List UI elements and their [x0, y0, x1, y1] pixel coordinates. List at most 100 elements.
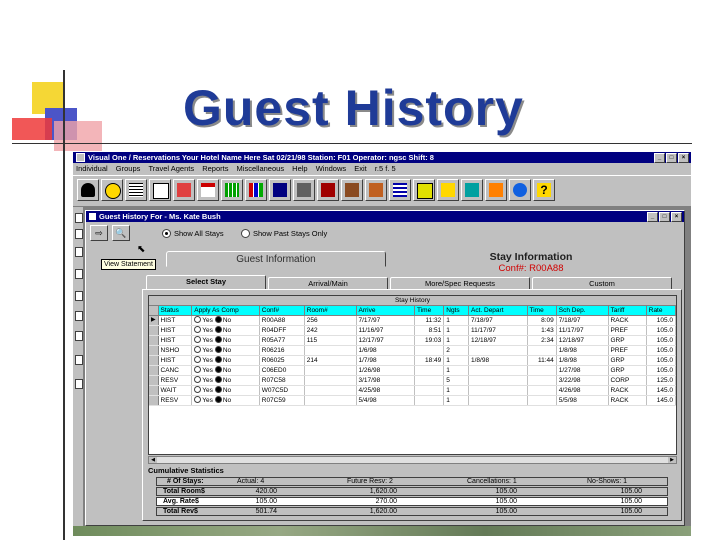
- row-selector[interactable]: [149, 365, 159, 376]
- table-row[interactable]: HIST Yes No R06025 214 1/7/98 18:49 1 1/8/98 11:4…: [149, 355, 676, 366]
- row-selector[interactable]: [149, 375, 159, 386]
- cell-apply-as-comp[interactable]: Yes No: [191, 375, 260, 386]
- toolbar-clipboard-icon[interactable]: [173, 179, 195, 201]
- table-row[interactable]: CANC Yes No C06ED0 1/26/98 1 1/27/98 GRP 105.0: [149, 365, 676, 376]
- menu-windows[interactable]: Windows: [316, 164, 346, 173]
- col-rate[interactable]: Rate: [646, 306, 676, 316]
- cell-apply-as-comp[interactable]: Yes No: [191, 345, 260, 356]
- child-close-button[interactable]: ×: [671, 212, 682, 222]
- maximize-button[interactable]: □: [666, 153, 677, 163]
- toolbar-folder-icon[interactable]: [341, 179, 363, 201]
- grid-horizontal-scrollbar[interactable]: ◀ ▶: [148, 456, 677, 464]
- table-row[interactable]: ▶ HIST Yes No R00A88 256 7/17/97 11:32 1 7/18/97 8…: [149, 315, 676, 326]
- toolbar-book-icon[interactable]: [317, 179, 339, 201]
- table-row[interactable]: NSHO Yes No R06216 1/6/98 2 1/8/98 PREF 105.0: [149, 345, 676, 356]
- col-tariff[interactable]: Tariff: [608, 306, 647, 316]
- col-act-depart[interactable]: Act. Depart: [468, 306, 528, 316]
- cumulative-value: 501.74: [255, 508, 277, 515]
- cell-time: 11:32: [414, 315, 445, 326]
- left-strip: [73, 207, 84, 527]
- view-statement-icon[interactable]: 🔍: [112, 225, 130, 241]
- cell-apply-as-comp[interactable]: Yes No: [191, 385, 260, 396]
- toolbar-list-icon[interactable]: [125, 179, 147, 201]
- table-row[interactable]: WAIT Yes No W07C5D 4/25/98 1 4/26/98 RACK 145.0: [149, 385, 676, 396]
- row-selector[interactable]: [149, 345, 159, 356]
- row-selector[interactable]: [149, 355, 159, 366]
- col-apply-as-comp[interactable]: Apply As Comp: [191, 306, 260, 316]
- scroll-right-icon[interactable]: ▶: [668, 457, 676, 463]
- cell-apply-as-comp[interactable]: Yes No: [191, 325, 260, 336]
- col-ngts[interactable]: Ngts: [443, 306, 469, 316]
- menu-groups[interactable]: Groups: [116, 164, 141, 173]
- menu-help[interactable]: Help: [292, 164, 307, 173]
- toolbar-phone-icon[interactable]: [77, 179, 99, 201]
- radio-on-icon: [214, 345, 222, 353]
- menu-reports[interactable]: Reports: [202, 164, 228, 173]
- toolbar-globe-icon[interactable]: [509, 179, 531, 201]
- child-minimize-button[interactable]: _: [647, 212, 658, 222]
- background-strip: [73, 526, 691, 536]
- minimize-button[interactable]: _: [654, 153, 665, 163]
- cell-sch-dep: 7/18/97: [556, 315, 609, 326]
- toolbar-help-icon[interactable]: ?: [533, 179, 555, 201]
- tab-select-stay[interactable]: Select Stay: [146, 275, 266, 290]
- col-room[interactable]: Room#: [304, 306, 357, 316]
- menu-travel-agents[interactable]: Travel Agents: [149, 164, 195, 173]
- cell-tariff: PREF: [608, 325, 647, 336]
- toolbar-stack-icon[interactable]: [413, 179, 435, 201]
- toolbar-cart-icon[interactable]: [461, 179, 483, 201]
- menu-individual[interactable]: Individual: [76, 164, 108, 173]
- cell-apply-as-comp[interactable]: Yes No: [191, 355, 260, 366]
- cell-rate: 145.0: [646, 385, 676, 396]
- toolbar-people-icon[interactable]: [269, 179, 291, 201]
- row-selector[interactable]: ▶: [149, 315, 159, 326]
- cell-arrive: 12/17/97: [356, 335, 415, 346]
- toolbar-clock-icon[interactable]: [101, 179, 123, 201]
- menu-exit[interactable]: Exit: [354, 164, 367, 173]
- col-time[interactable]: Time: [414, 306, 445, 316]
- cumulative-value: 1,620.00: [369, 508, 397, 515]
- scroll-left-icon[interactable]: ◀: [149, 457, 157, 463]
- cell-status: RESV: [158, 395, 193, 406]
- menu-miscellaneous[interactable]: Miscellaneous: [237, 164, 285, 173]
- cell-rate: 145.0: [646, 395, 676, 406]
- toolbar-chart-icon[interactable]: [245, 179, 267, 201]
- row-selector[interactable]: [149, 325, 159, 336]
- cumulative-value: 1,620.00: [369, 488, 397, 495]
- col-sch-dep[interactable]: Sch Dep.: [556, 306, 609, 316]
- toolbar-house-icon[interactable]: [365, 179, 387, 201]
- show-all-stays-radio[interactable]: Show All Stays: [162, 228, 224, 239]
- toolbar-package-icon[interactable]: [437, 179, 459, 201]
- row-selector[interactable]: [149, 335, 159, 346]
- col-status[interactable]: Status: [158, 306, 193, 316]
- close-button[interactable]: ×: [678, 153, 689, 163]
- toolbar-calendar-icon[interactable]: [197, 179, 219, 201]
- col-time-2[interactable]: Time: [527, 306, 557, 316]
- cell-rate: 105.0: [646, 355, 676, 366]
- table-row[interactable]: HIST Yes No R04DFF 242 11/16/97 8:51 1 11/17/97 1…: [149, 325, 676, 336]
- cell-act-depart: 1/8/98: [468, 355, 528, 366]
- cell-room: [304, 385, 357, 396]
- main-toolbar: ?: [73, 175, 691, 207]
- show-past-stays-radio[interactable]: Show Past Stays Only: [241, 228, 327, 239]
- row-selector[interactable]: [149, 395, 159, 406]
- cell-apply-as-comp[interactable]: Yes No: [191, 395, 260, 406]
- cell-rate: 105.0: [646, 335, 676, 346]
- toolbar-form-icon[interactable]: [149, 179, 171, 201]
- cell-apply-as-comp[interactable]: Yes No: [191, 365, 260, 376]
- table-row[interactable]: RESV Yes No R07C59 5/4/98 1 5/5/98 RACK 145.0: [149, 395, 676, 406]
- tab-guest-information[interactable]: Guest Information: [166, 251, 386, 267]
- toolbar-grid-icon[interactable]: [221, 179, 243, 201]
- row-selector[interactable]: [149, 385, 159, 396]
- col-arrive[interactable]: Arrive: [356, 306, 415, 316]
- exit-arrow-icon[interactable]: ⇨: [90, 225, 108, 241]
- table-row[interactable]: RESV Yes No R07C58 3/17/98 5 3/22/98 CORP 125.0: [149, 375, 676, 386]
- toolbar-building-icon[interactable]: [293, 179, 315, 201]
- col-conf[interactable]: Conf#: [259, 306, 305, 316]
- table-row[interactable]: HIST Yes No R05A77 115 12/17/97 19:03 1 12/18/97…: [149, 335, 676, 346]
- cell-apply-as-comp[interactable]: Yes No: [191, 315, 260, 326]
- toolbar-disk-icon[interactable]: [485, 179, 507, 201]
- cell-apply-as-comp[interactable]: Yes No: [191, 335, 260, 346]
- child-maximize-button[interactable]: □: [659, 212, 670, 222]
- toolbar-table-icon[interactable]: [389, 179, 411, 201]
